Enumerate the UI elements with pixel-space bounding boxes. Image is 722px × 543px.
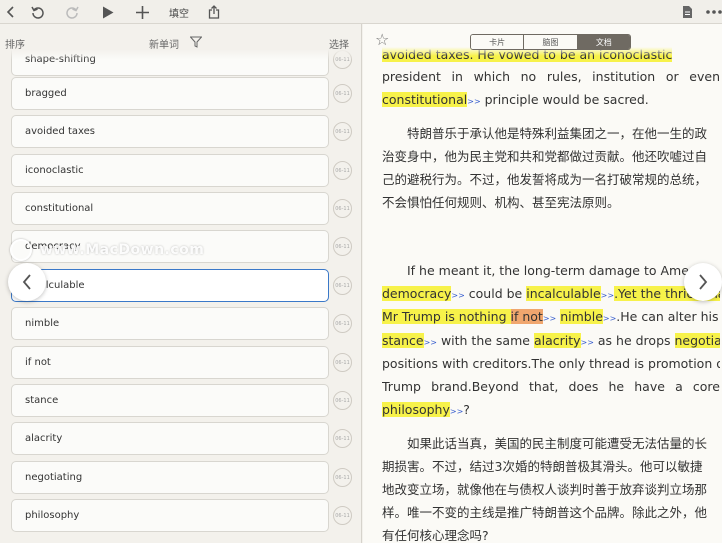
date-badge: 06-11: [333, 276, 352, 295]
chevron-left-icon: [22, 274, 31, 290]
word-item-if-not[interactable]: if not: [11, 346, 329, 379]
back-chevron-icon[interactable]: [3, 3, 19, 21]
article-line: 治变身中，他为民主党和共和党都做过贡献。他还吹嘘过自: [382, 149, 708, 164]
article-line: 特朗普乐于承认他是特殊利益集团之一，在他一生的政: [407, 126, 708, 141]
word-item-philosophy[interactable]: philosophy: [11, 499, 329, 532]
date-badge: 06-11: [333, 391, 352, 410]
tab-card[interactable]: 卡片: [471, 35, 525, 49]
next-page-button[interactable]: [684, 263, 722, 301]
tab-mindmap[interactable]: 脑图: [524, 35, 578, 49]
word-label: bragged: [25, 88, 67, 99]
highlight-word[interactable]: incalculable: [526, 286, 601, 301]
word-item-bragged[interactable]: bragged: [11, 77, 329, 110]
word-label: iconoclastic: [25, 165, 84, 176]
document-icon[interactable]: [679, 3, 695, 21]
highlight-word[interactable]: stance: [382, 333, 424, 348]
article-line: Mr Trump is nothing if not>> nimble>>.He…: [382, 309, 719, 324]
highlight-word[interactable]: if not: [510, 309, 543, 324]
star-icon[interactable]: ☆: [375, 30, 389, 49]
article-line: philosophy>>?: [382, 402, 470, 417]
article-line: 己的避税行为。不过，他发誓将成为一名打破常规的总统，: [382, 172, 708, 187]
document-header: ☆ 卡片 脑图 文档: [363, 24, 722, 56]
word-label: philosophy: [25, 510, 80, 521]
article-line: 样。唯一不变的主线是推广特朗普这个品牌。除此之外，他: [382, 505, 708, 520]
word-list-header: 排序 新单词 选择: [0, 24, 361, 60]
date-badge: 06-11: [333, 84, 352, 103]
watermark-logo-icon: [10, 239, 32, 261]
play-icon[interactable]: [100, 3, 116, 21]
undo-icon[interactable]: [29, 3, 47, 21]
article-line: constitutional>> principle would be sacr…: [382, 92, 649, 107]
date-badge: 06-11: [333, 468, 352, 487]
tab-document[interactable]: 文档: [577, 35, 630, 49]
article-line: stance>> with the same alacrity>> as he …: [382, 332, 720, 350]
word-label: alacrity: [25, 433, 63, 444]
previous-page-button[interactable]: [8, 263, 46, 301]
more-icon[interactable]: [705, 3, 722, 21]
word-list: shape-shifting 06-11 bragged 06-11 avoid…: [0, 24, 361, 543]
word-label: stance: [25, 395, 59, 406]
view-mode-segmented-control: 卡片 脑图 文档: [470, 34, 631, 50]
redo-icon[interactable]: [63, 3, 81, 21]
date-badge: 06-11: [333, 237, 352, 256]
sort-button[interactable]: 排序: [5, 36, 25, 51]
filter-icon[interactable]: [189, 36, 203, 48]
word-item-negotiating[interactable]: negotiating: [11, 461, 329, 494]
word-item-nimble[interactable]: nimble: [11, 307, 329, 340]
article-line: 期损害。不过，结过3次婚的特朗普极其滑头。他可以敏捷: [382, 459, 703, 474]
article-line: Trump brand.Beyond that, does he have a …: [382, 379, 720, 394]
date-badge: 06-11: [333, 429, 352, 448]
document-pane: avoided taxes. He vowed to be an iconocl…: [363, 24, 722, 543]
word-item-constitutional[interactable]: constitutional: [11, 192, 329, 225]
chevron-right-icon: [699, 274, 708, 290]
date-badge: 06-11: [333, 314, 352, 333]
article-line: democracy>> could be incalculable>>.Yet …: [382, 285, 720, 303]
share-icon[interactable]: [205, 3, 223, 21]
highlight-word[interactable]: nimble: [560, 309, 603, 324]
word-item-incalculable[interactable]: incalculable: [11, 269, 329, 302]
article-line: If he meant it, the long-term damage to …: [407, 263, 689, 278]
article-line: 地改变立场，就像他在与债权人谈判时善于放弃谈判立场那: [382, 482, 708, 497]
watermark: www.MacDown.com: [10, 238, 204, 262]
watermark-text: www.MacDown.com: [40, 242, 205, 258]
word-label: if not: [25, 357, 51, 368]
highlight-word[interactable]: negotiating: [674, 333, 720, 348]
highlight-word[interactable]: constitutional: [382, 92, 468, 107]
date-badge: 06-11: [333, 122, 352, 141]
article-line: 如果此话当真，美国的民主制度可能遭受无法估量的长: [407, 436, 708, 451]
word-list-pane: shape-shifting 06-11 bragged 06-11 avoid…: [0, 24, 362, 543]
word-label: nimble: [25, 318, 60, 329]
word-label: avoided taxes: [25, 126, 95, 137]
new-words-filter-label[interactable]: 新单词: [149, 36, 179, 51]
article-line: positions with creditors.The only thread…: [382, 356, 720, 371]
date-badge: 06-11: [333, 161, 352, 180]
add-icon[interactable]: [134, 3, 150, 21]
word-item-alacrity[interactable]: alacrity: [11, 422, 329, 455]
toolbar: 填空: [0, 0, 722, 24]
article-line: president in which no rules, institution…: [382, 69, 720, 84]
word-item-stance[interactable]: stance: [11, 384, 329, 417]
select-button[interactable]: 选择: [329, 36, 349, 51]
highlight-word[interactable]: philosophy: [382, 402, 450, 417]
word-label: negotiating: [25, 472, 83, 483]
highlight-word[interactable]: democracy: [382, 286, 452, 301]
word-item-avoided-taxes[interactable]: avoided taxes: [11, 115, 329, 148]
highlight-word[interactable]: alacrity: [533, 333, 581, 348]
date-badge: 06-11: [333, 353, 352, 372]
date-badge: 06-11: [333, 199, 352, 218]
article-line: 有任何核心理念吗?: [382, 528, 489, 543]
article-line: 不会惧怕任何规则、机构、甚至宪法原则。: [382, 195, 620, 210]
date-badge: 06-11: [333, 506, 352, 525]
fill-blank-button[interactable]: 填空: [165, 3, 193, 21]
word-item-iconoclastic[interactable]: iconoclastic: [11, 154, 329, 187]
word-label: constitutional: [25, 203, 94, 214]
